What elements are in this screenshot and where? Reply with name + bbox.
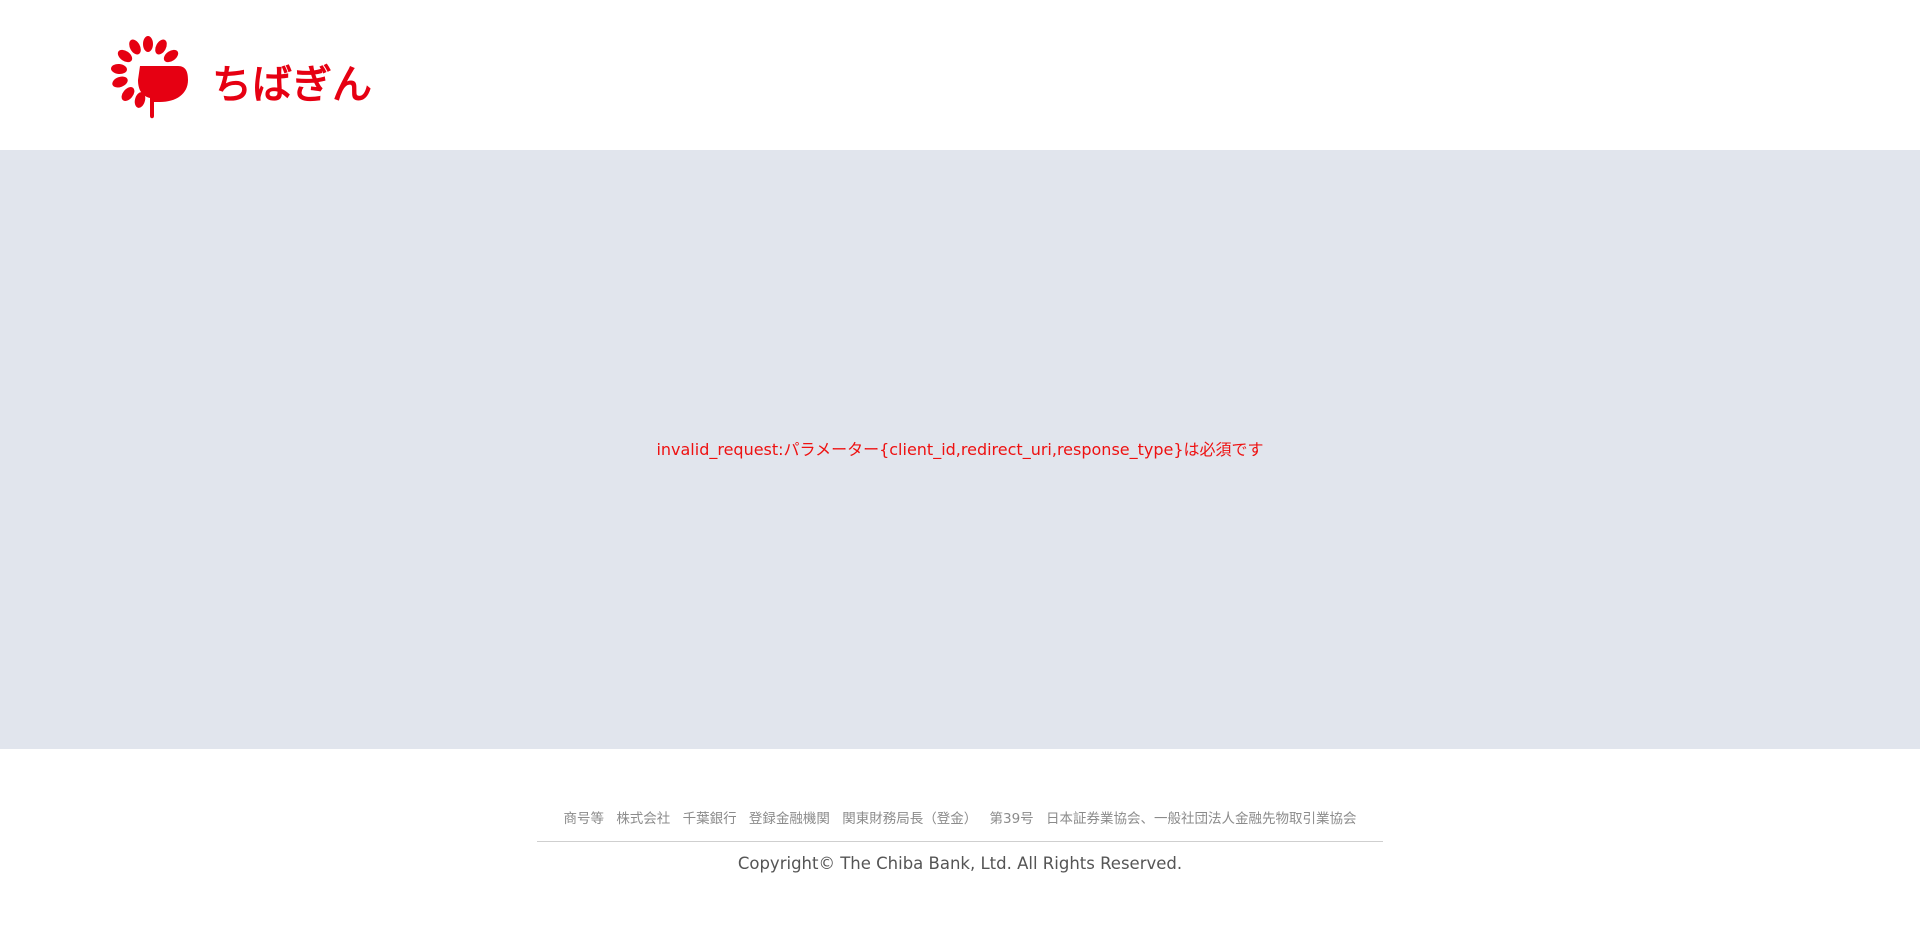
registration-associations: 日本証券業協会、一般社団法人金融先物取引業協会 bbox=[1045, 811, 1357, 827]
footer: 商号等 株式会社 千葉銀行 登録金融機関 関東財務局長（登金） 第39号 日本証… bbox=[0, 749, 1920, 937]
header: ちばぎん bbox=[0, 0, 1920, 150]
registration-authority: 関東財務局長（登金） bbox=[842, 811, 978, 827]
copyright-text: Copyright© The Chiba Bank, Ltd. All Righ… bbox=[737, 854, 1183, 873]
registration-category: 登録金融機関 bbox=[748, 811, 830, 827]
registration-trade-name-label: 商号等 bbox=[563, 811, 605, 827]
registration-company-type: 株式会社 bbox=[616, 811, 671, 827]
registration-number: 第39号 bbox=[989, 811, 1034, 827]
registration-company-name: 千葉銀行 bbox=[682, 811, 737, 827]
logo-wordmark: ちばぎん bbox=[212, 62, 372, 108]
main-content: invalid_request:パラメーター{client_id,redirec… bbox=[0, 150, 1920, 749]
footer-divider bbox=[537, 841, 1383, 842]
company-registration: 商号等 株式会社 千葉銀行 登録金融機関 関東財務局長（登金） 第39号 日本証… bbox=[0, 809, 1920, 829]
error-message: invalid_request:パラメーター{client_id,redirec… bbox=[656, 440, 1264, 459]
sunflower-mark-icon bbox=[111, 36, 188, 119]
chibagin-logo[interactable]: ちばぎん bbox=[106, 36, 382, 120]
